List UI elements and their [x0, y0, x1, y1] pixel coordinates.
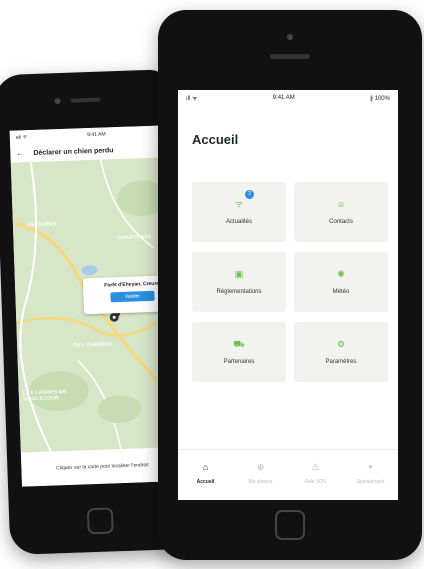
tile-label: Paramètres [325, 359, 357, 365]
tile-actualites[interactable]: ᯤ 2 Actualités [192, 182, 286, 242]
camera [287, 34, 293, 40]
front-phone: ıll ᯤ 9:41 AM ∦ 100% Accueil ᯤ 2 Actuali… [158, 10, 422, 560]
screen-title: Déclarer un chien perdu [33, 146, 114, 157]
status-time: 9:41 AM [272, 95, 295, 101]
battery-indicator: ∦ 100% [369, 95, 390, 102]
weather-icon: ✺ [337, 269, 345, 279]
home-button [275, 510, 305, 540]
rss-icon: ᯤ [234, 199, 244, 209]
tile-label: Partenaires [223, 359, 255, 365]
tile-label: Actualités [225, 219, 252, 225]
speaker [70, 97, 101, 103]
tab-ma-chasse[interactable]: ⊕ Ma chasse [233, 450, 288, 500]
tile-parametres[interactable]: ⚙ Paramètres [294, 322, 388, 382]
person-icon: ⍝ [338, 199, 344, 209]
status-bar: ıll ᯤ 9:41 AM ∦ 100% [178, 90, 398, 106]
camera [54, 98, 61, 105]
front-screen: ıll ᯤ 9:41 AM ∦ 100% Accueil ᯤ 2 Actuali… [178, 90, 398, 500]
map-view[interactable]: LESCURES CHARTONNE PUY CHABROL LES LANDE… [10, 157, 183, 453]
tab-bar: ⌂ Accueil ⊕ Ma chasse ⚠ Aide SOS ⌖ Signa… [178, 449, 398, 500]
gear-icon: ⚙ [336, 339, 346, 349]
warning-icon: ⚠ [311, 462, 320, 472]
clipboard-icon: ▣ [234, 269, 244, 279]
cart-icon: ⛟ [233, 339, 245, 349]
tab-accueil[interactable]: ⌂ Accueil [178, 450, 233, 500]
tab-aide-sos[interactable]: ⚠ Aide SOS [288, 450, 343, 500]
tile-label: Météo [332, 289, 350, 295]
speaker [270, 54, 310, 59]
tab-label: Aide SOS [304, 479, 327, 485]
signal-indicator: ati ᯤ [15, 134, 28, 141]
tile-label: Réglementations [216, 289, 262, 295]
tab-label: Signalement [356, 479, 385, 485]
map-label: CHARTONNE [117, 233, 153, 242]
back-arrow-icon[interactable]: ← [16, 150, 23, 157]
tab-signalement[interactable]: ⌖ Signalement [343, 450, 398, 500]
status-time: 9:41 AM [87, 131, 106, 139]
tab-label: Accueil [196, 479, 215, 485]
page-title: Accueil [192, 132, 239, 147]
map-label: LESCURES [26, 221, 57, 229]
tab-label: Ma chasse [248, 479, 273, 485]
tile-reglementations[interactable]: ▣ Réglementations [192, 252, 286, 312]
tile-meteo[interactable]: ✺ Météo [294, 252, 388, 312]
map-label: LES LANDES DE VEIGLECOUR [22, 388, 67, 403]
tile-partenaires[interactable]: ⛟ Partenaires [192, 322, 286, 382]
location-icon: ⌖ [367, 462, 374, 472]
home-icon: ⌂ [202, 462, 209, 472]
home-button [86, 507, 114, 535]
tile-label: Contacts [329, 219, 353, 225]
validate-button[interactable]: Valider [110, 290, 155, 303]
target-icon: ⊕ [256, 462, 265, 472]
notification-badge: 2 [245, 190, 254, 199]
signal-indicator: ıll ᯤ [186, 96, 198, 102]
tile-contacts[interactable]: ⍝ Contacts [294, 182, 388, 242]
